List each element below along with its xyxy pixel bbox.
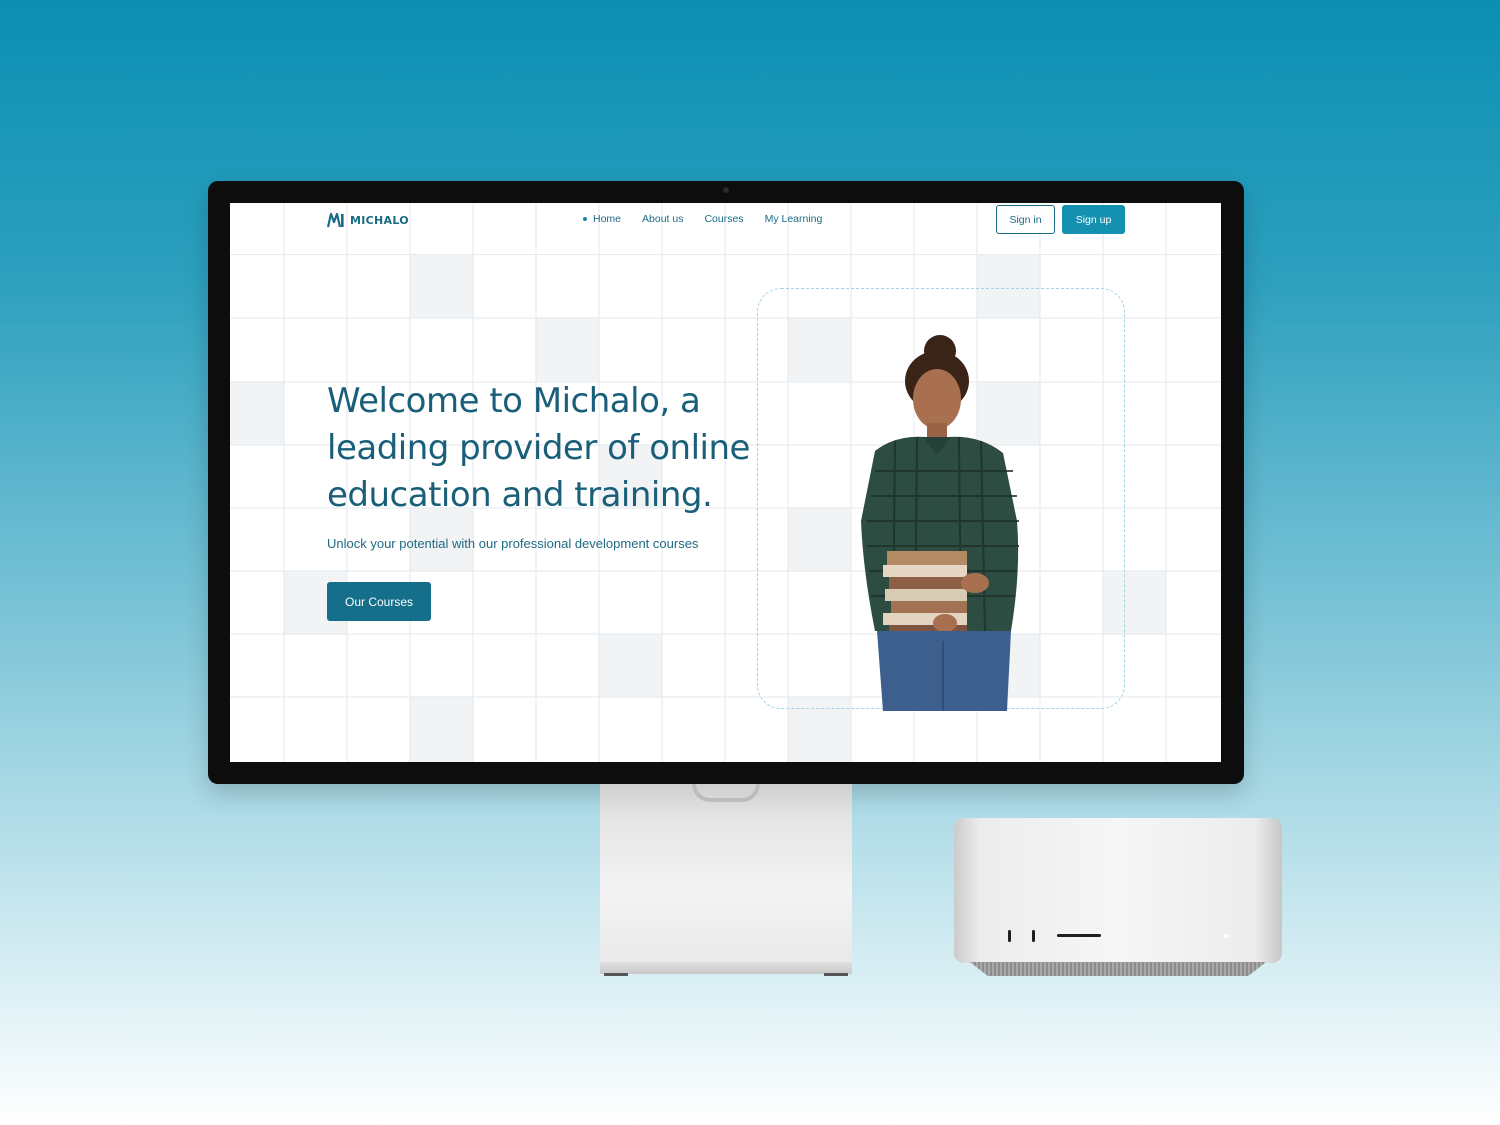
- hero-subtitle: Unlock your potential with our professio…: [327, 536, 699, 551]
- stand-foot-right: [824, 973, 848, 976]
- mac-studio-vents: [970, 962, 1266, 976]
- usb-port: [1032, 930, 1035, 942]
- monitor: MICHALO Home About us Courses My Learnin…: [208, 181, 1244, 784]
- nav-item-my-learning[interactable]: My Learning: [765, 213, 823, 225]
- stand-base: [600, 962, 852, 974]
- monitor-stand: [600, 784, 852, 964]
- nav-item-label: Home: [593, 213, 622, 225]
- nav-item-label: My Learning: [764, 213, 823, 225]
- usb-port: [1008, 930, 1011, 942]
- active-dot-icon: [583, 217, 587, 221]
- navbar: MICHALO Home About us Courses My Learnin…: [230, 203, 1221, 255]
- stand-cutout: [692, 784, 760, 802]
- mac-studio-computer: [954, 818, 1282, 963]
- nav-item-about[interactable]: About us: [642, 213, 683, 225]
- brand-logo[interactable]: MICHALO: [327, 211, 409, 229]
- camera-dot: [723, 187, 729, 193]
- sign-in-button[interactable]: Sign in: [996, 205, 1055, 234]
- our-courses-button[interactable]: Our Courses: [327, 582, 431, 621]
- power-led: [1224, 934, 1228, 938]
- logo-mark-icon: [327, 212, 344, 228]
- brand-name: MICHALO: [350, 213, 409, 227]
- student-with-books-image: [861, 335, 1019, 711]
- hero-title: Welcome to Michalo, a leading provider o…: [327, 381, 750, 515]
- sign-up-button[interactable]: Sign up: [1062, 205, 1125, 234]
- nav-item-courses[interactable]: Courses: [704, 213, 743, 225]
- nav-item-label: Courses: [704, 213, 744, 225]
- nav-item-label: About us: [642, 213, 684, 225]
- nav-menu: Home About us Courses My Learning: [583, 213, 822, 225]
- nav-item-home[interactable]: Home: [583, 213, 621, 225]
- sd-card-slot: [1057, 934, 1101, 937]
- website-screen: MICHALO Home About us Courses My Learnin…: [230, 203, 1221, 762]
- stand-foot-left: [604, 973, 628, 976]
